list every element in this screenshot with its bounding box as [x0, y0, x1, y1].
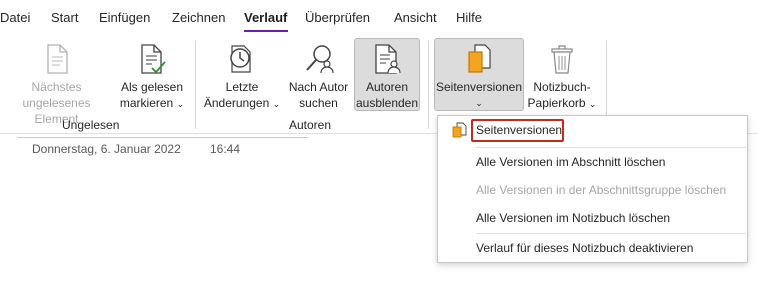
menu-item-label: Alle Versionen im Notizbuch löschen	[476, 211, 671, 225]
page-title-underline	[17, 137, 308, 138]
chevron-down-icon: ⌄	[588, 99, 597, 109]
next-unread-label-line1: Nächstes	[31, 80, 82, 94]
page-versions-label: Seitenversionen	[435, 80, 523, 94]
menu-item-label: Seitenversionen	[476, 123, 563, 137]
menu-item-page-versions[interactable]: Seitenversionen	[439, 117, 746, 143]
menu-separator	[476, 233, 746, 234]
find-by-author-button[interactable]: Nach Autor suchen	[285, 39, 352, 113]
active-tab-indicator	[244, 30, 288, 32]
tab-zeichnen[interactable]: Zeichnen	[172, 10, 225, 25]
next-unread-button[interactable]: Nächstes ungelesenes Element	[0, 39, 113, 126]
recycle-bin-icon	[546, 43, 578, 75]
menu-item-delete-section-group-versions: Alle Versionen in der Abschnittsgruppe l…	[439, 177, 746, 203]
page-date: Donnerstag, 6. Januar 2022	[32, 142, 181, 156]
ribbon-tab-bar: Datei Start Einfügen Zeichnen Verlauf Üb…	[0, 0, 758, 35]
next-unread-page-icon	[41, 43, 73, 75]
hide-authors-icon	[371, 43, 403, 75]
recent-changes-label-line2: Änderungen ⌄	[203, 96, 281, 110]
group-divider	[195, 41, 196, 129]
menu-item-delete-section-versions[interactable]: Alle Versionen im Abschnitt löschen	[439, 149, 746, 175]
page-versions-menu: Seitenversionen Alle Versionen im Abschn…	[437, 115, 748, 263]
tab-start[interactable]: Start	[51, 10, 78, 25]
tab-hilfe[interactable]: Hilfe	[456, 10, 482, 25]
page-time: 16:44	[210, 142, 241, 156]
menu-item-delete-notebook-versions[interactable]: Alle Versionen im Notizbuch löschen	[439, 205, 746, 231]
menu-item-label: Alle Versionen in der Abschnittsgruppe l…	[476, 183, 727, 197]
mark-as-read-label-line1: Als gelesen	[120, 80, 184, 94]
page-versions-button[interactable]: Seitenversionen ⌄	[434, 38, 524, 111]
chevron-down-icon: ⌄	[176, 99, 185, 109]
clock-icon	[226, 43, 258, 75]
recent-changes-label-line1: Letzte	[225, 80, 259, 94]
tab-einfuegen[interactable]: Einfügen	[99, 10, 150, 25]
tab-ansicht[interactable]: Ansicht	[394, 10, 437, 25]
search-person-icon	[303, 43, 335, 75]
find-by-author-label-line2: suchen	[299, 96, 338, 110]
tab-datei[interactable]: Datei	[0, 10, 30, 25]
menu-item-disable-history[interactable]: Verlauf für dieses Notizbuch deaktiviere…	[439, 235, 746, 261]
recycle-bin-label-line2: Papierkorb ⌄	[527, 96, 597, 110]
chevron-down-icon: ⌄	[272, 99, 281, 109]
find-by-author-label-line1: Nach Autor	[288, 80, 349, 94]
menu-separator	[476, 147, 746, 148]
group-divider	[428, 41, 429, 129]
hide-authors-button[interactable]: Autoren ausblenden	[354, 38, 420, 111]
group-label-autoren: Autoren	[289, 118, 332, 132]
recycle-bin-button[interactable]: Notizbuch- Papierkorb ⌄	[526, 39, 598, 113]
recent-changes-button[interactable]: Letzte Änderungen ⌄	[200, 39, 284, 113]
tab-verlauf[interactable]: Verlauf	[244, 10, 287, 25]
mark-as-read-icon	[136, 43, 168, 75]
menu-item-label: Verlauf für dieses Notizbuch deaktiviere…	[476, 241, 694, 255]
mark-as-read-button[interactable]: Als gelesen markieren ⌄	[118, 39, 186, 113]
group-label-ungelesen: Ungelesen	[62, 118, 120, 132]
page-versions-icon	[451, 122, 467, 138]
menu-item-label: Alle Versionen im Abschnitt löschen	[476, 155, 666, 169]
hide-authors-label-line2: ausblenden	[355, 96, 419, 110]
hide-authors-label-line1: Autoren	[365, 80, 409, 94]
chevron-down-icon: ⌄	[475, 98, 483, 108]
mark-as-read-label-line2: markieren ⌄	[119, 96, 185, 110]
tab-ueberpruefen[interactable]: Überprüfen	[305, 10, 370, 25]
page-versions-icon	[463, 43, 495, 75]
recycle-bin-label-line1: Notizbuch-	[533, 80, 591, 94]
